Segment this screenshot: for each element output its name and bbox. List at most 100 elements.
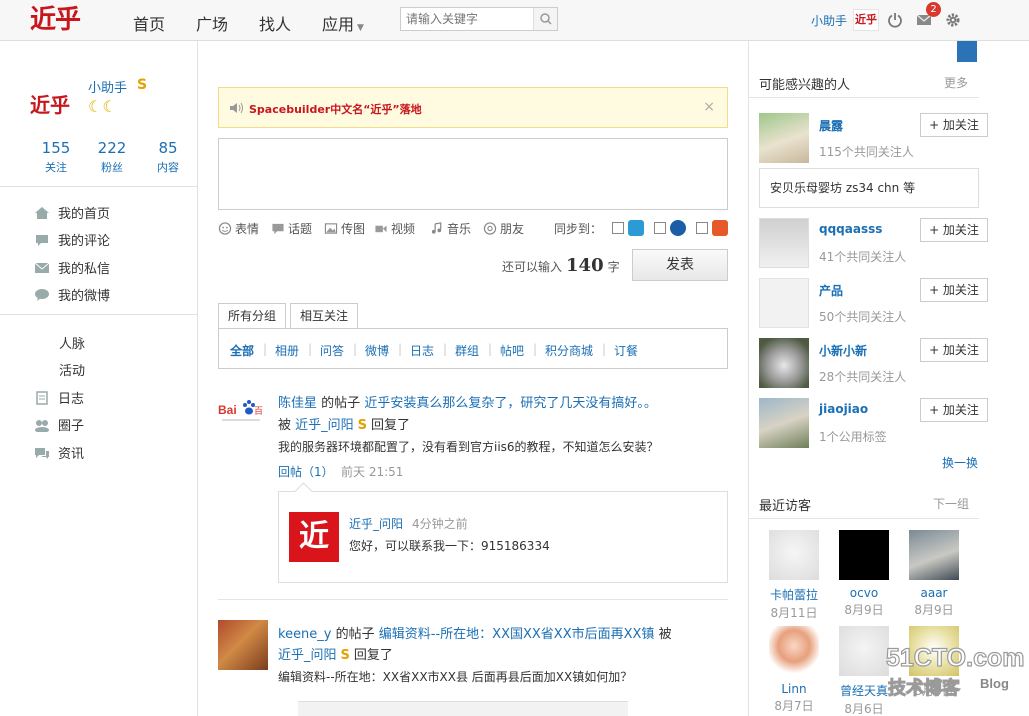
visitor-avatar[interactable] [909, 530, 959, 580]
search-input[interactable] [401, 8, 533, 30]
follow-button[interactable]: + 加关注 [920, 278, 988, 302]
person-name[interactable]: 小新小新 [819, 342, 867, 359]
post-composer[interactable] [218, 138, 728, 210]
author-link[interactable]: keene_y [278, 627, 332, 642]
tool-topic[interactable]: 话题 [271, 220, 312, 237]
announcement-text[interactable]: Spacebuilder中文名“近乎”落地 [249, 101, 422, 117]
tool-image[interactable]: 传图 [324, 220, 365, 237]
menu-logs[interactable]: 日志 [34, 388, 84, 407]
search-button[interactable] [533, 8, 557, 30]
power-icon[interactable] [886, 11, 904, 29]
nav-home[interactable]: 首页 [133, 11, 165, 35]
search-icon [540, 13, 552, 25]
nav-apps[interactable]: 应用 ▼ [322, 11, 364, 35]
menu-circles[interactable]: 圈子 [34, 415, 84, 434]
stat-fans[interactable]: 222 粉丝 [84, 139, 140, 175]
follow-button[interactable]: + 加关注 [920, 338, 988, 362]
gear-icon[interactable] [944, 11, 962, 29]
post-title-link[interactable]: 编辑资料--所在地：XX国XX省XX市后面再XX镇 [379, 627, 655, 642]
visitor-avatar[interactable] [839, 530, 889, 580]
person-common: 115个共同关注人 [819, 145, 914, 159]
filter-logs[interactable]: 日志 [410, 342, 434, 359]
feedback-flag-icon[interactable] [957, 41, 977, 62]
filter-ordering[interactable]: 订餐 [614, 342, 638, 359]
stat-content[interactable]: 85 内容 [140, 139, 196, 175]
profile-logo[interactable]: 近乎 [30, 89, 70, 118]
person-name[interactable]: qqqaasss [819, 222, 882, 236]
filter-weibo[interactable]: 微博 [365, 342, 389, 359]
author-avatar[interactable] [218, 620, 268, 670]
reply-author-link[interactable]: 近乎_问阳 [349, 515, 403, 532]
filter-qa[interactable]: 问答 [320, 342, 344, 359]
reply-avatar[interactable]: 近 [289, 512, 339, 562]
menu-events[interactable]: 活动 [59, 360, 85, 379]
stat-content-label: 内容 [157, 161, 179, 174]
site-logo[interactable]: 近乎 [30, 5, 96, 35]
filter-all[interactable]: 全部 [230, 342, 254, 359]
person-avatar[interactable] [759, 113, 809, 163]
replier-link[interactable]: 近乎_问阳 [278, 648, 337, 663]
person-name[interactable]: 产品 [819, 282, 843, 299]
close-icon[interactable]: × [703, 99, 715, 115]
menu-my-home[interactable]: 我的首页 [34, 203, 110, 222]
person-name[interactable]: 晨露 [819, 117, 843, 134]
profile-name[interactable]: 小助手 [88, 77, 127, 96]
visitor-name[interactable]: ocvo [834, 586, 894, 600]
post-title-link[interactable]: 近乎安装真么那么复杂了，研究了几天没有搞好。。 [364, 396, 657, 411]
music-icon [431, 222, 442, 234]
visitor-avatar[interactable] [769, 530, 819, 580]
menu-my-weibo[interactable]: 我的微博 [34, 285, 110, 304]
person-avatar[interactable] [759, 278, 809, 328]
follow-button[interactable]: + 加关注 [920, 113, 988, 137]
filter-groups[interactable]: 群组 [455, 342, 479, 359]
sync-service-icon[interactable] [628, 220, 644, 236]
visitor-name[interactable]: 卡帕蕾拉 [764, 586, 824, 603]
sync-checkbox[interactable] [654, 222, 666, 234]
menu-my-messages[interactable]: 我的私信 [34, 258, 110, 277]
visitor-avatar[interactable] [769, 626, 819, 676]
visitor-name[interactable]: Linn [764, 682, 824, 696]
reply-count-link[interactable]: 回帖（1） [278, 463, 334, 480]
news-icon [35, 448, 49, 459]
menu-news[interactable]: 资讯 [34, 443, 84, 462]
tab-all-groups[interactable]: 所有分组 [218, 303, 287, 329]
person-common: 41个共同关注人 [819, 250, 907, 264]
person-avatar[interactable] [759, 398, 809, 448]
interest-more-link[interactable]: 更多 [944, 74, 968, 91]
tool-video[interactable]: 视频 [374, 220, 415, 237]
filter-points-mall[interactable]: 积分商城 [545, 342, 593, 359]
user-avatar[interactable]: 近乎 [853, 9, 879, 31]
tool-music[interactable]: 音乐 [430, 220, 471, 237]
nav-square[interactable]: 广场 [196, 11, 228, 35]
follow-button[interactable]: + 加关注 [920, 218, 988, 242]
tool-emoji[interactable]: 表情 [218, 220, 259, 237]
tool-friends[interactable]: 朋友 [483, 220, 524, 237]
nav-find-people[interactable]: 找人 [259, 11, 291, 35]
tab-mutual-follow[interactable]: 相互关注 [290, 303, 359, 329]
menu-my-comments[interactable]: 我的评论 [34, 230, 110, 249]
visitor-name[interactable]: aaar [904, 586, 964, 600]
filter-forum[interactable]: 帖吧 [500, 342, 524, 359]
refresh-suggestions-link[interactable]: 换一换 [942, 454, 978, 471]
mutual-friends-box[interactable]: 安贝乐母婴坊 zs34 chn 等 [759, 168, 979, 208]
profile-badge: S [137, 77, 148, 93]
stat-following[interactable]: 155 关注 [28, 139, 84, 175]
visitors-next-link[interactable]: 下一组 [933, 495, 969, 512]
weibo-icon[interactable] [712, 220, 728, 236]
author-avatar[interactable]: Bai 百 [218, 386, 268, 436]
sync-checkbox[interactable] [612, 222, 624, 234]
person-avatar[interactable] [759, 218, 809, 268]
sync-checkbox[interactable] [696, 222, 708, 234]
author-link[interactable]: 陈佳星 [278, 396, 317, 411]
follow-button[interactable]: + 加关注 [920, 398, 988, 422]
person-avatar[interactable] [759, 338, 809, 388]
visitor-avatar[interactable] [839, 626, 889, 676]
attachment-preview[interactable] [298, 701, 628, 716]
filter-album[interactable]: 相册 [275, 342, 299, 359]
publish-button[interactable]: 发表 [632, 249, 728, 281]
menu-contacts[interactable]: 人脉 [59, 333, 85, 352]
person-name[interactable]: jiaojiao [819, 402, 868, 416]
replier-link[interactable]: 近乎_问阳 [295, 418, 354, 433]
user-name-link[interactable]: 小助手 [811, 12, 847, 29]
renren-icon[interactable] [670, 220, 686, 236]
